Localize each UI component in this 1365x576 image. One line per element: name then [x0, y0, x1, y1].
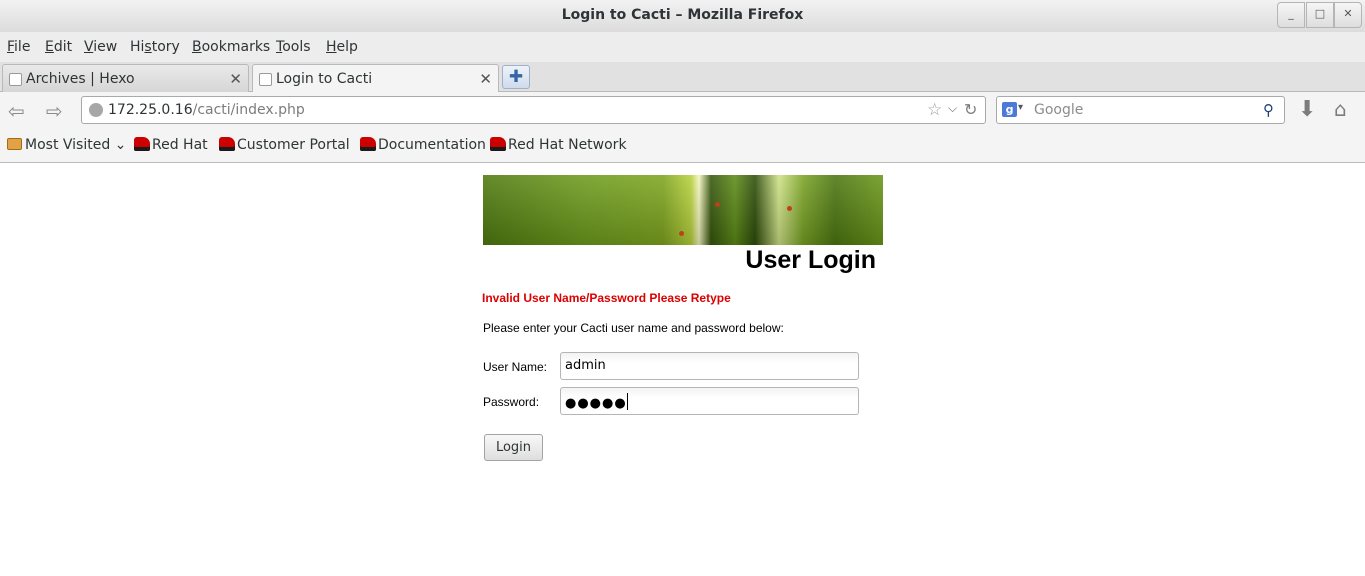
url-bar[interactable]: 172.25.0.16/cacti/index.php ☆ ⌵ ↻: [81, 96, 986, 124]
folder-icon: [7, 138, 22, 150]
bookmark-most-visited[interactable]: Most Visited ⌄: [7, 137, 126, 153]
back-icon[interactable]: ⇦: [8, 99, 25, 123]
window-title: Login to Cacti – Mozilla Firefox: [561, 7, 804, 23]
google-engine-icon[interactable]: g: [1002, 102, 1017, 117]
download-icon[interactable]: ⬇: [1298, 97, 1316, 122]
menu-help[interactable]: Help: [326, 39, 358, 55]
username-label: User Name:: [483, 360, 548, 374]
menu-history[interactable]: History: [130, 39, 180, 55]
redhat-icon: [219, 137, 235, 151]
menu-file[interactable]: File: [7, 39, 30, 55]
error-message: Invalid User Name/Password Please Retype: [482, 291, 731, 305]
bookmark-star-icon[interactable]: ☆: [927, 100, 942, 120]
menu-edit[interactable]: Edit: [45, 39, 72, 55]
tab-label: Archives | Hexo: [26, 71, 135, 87]
tab-close-icon[interactable]: ✕: [479, 70, 492, 88]
bookmark-red-hat-network[interactable]: Red Hat Network: [490, 137, 627, 153]
tab-strip: Archives | Hexo ✕ Login to Cacti ✕ ✚: [0, 62, 1365, 93]
menu-view[interactable]: View: [84, 39, 117, 55]
window-titlebar: Login to Cacti – Mozilla Firefox _ □ ✕: [0, 0, 1365, 32]
maximize-button[interactable]: □: [1306, 2, 1334, 28]
menu-bookmarks[interactable]: Bookmarks: [192, 39, 270, 55]
password-label: Password:: [483, 395, 540, 409]
username-field[interactable]: admin: [560, 352, 859, 380]
tab-login-to-cacti[interactable]: Login to Cacti ✕: [252, 64, 499, 93]
login-button[interactable]: Login: [484, 434, 543, 461]
search-input[interactable]: Google: [1034, 102, 1083, 118]
forward-icon[interactable]: ⇨: [46, 99, 63, 123]
page-icon: [9, 73, 22, 86]
reload-icon[interactable]: ↻: [964, 100, 977, 119]
password-field[interactable]: ●●●●●: [560, 387, 859, 415]
page-content: User Login Invalid User Name/Password Pl…: [0, 164, 1365, 576]
new-tab-button[interactable]: ✚: [502, 65, 530, 89]
bookmark-documentation[interactable]: Documentation: [360, 137, 486, 153]
close-window-button[interactable]: ✕: [1334, 2, 1362, 28]
chevron-down-icon: ⌄: [114, 137, 127, 153]
cacti-banner-image: [483, 175, 883, 245]
search-bar[interactable]: g ▾ Google ⚲: [996, 96, 1285, 124]
search-icon[interactable]: ⚲: [1263, 101, 1274, 119]
bookmark-customer-portal[interactable]: Customer Portal: [219, 137, 350, 153]
tab-label: Login to Cacti: [276, 71, 373, 87]
navigation-toolbar: ⇦ ⇨ 172.25.0.16/cacti/index.php ☆ ⌵ ↻ g …: [0, 92, 1365, 128]
search-engine-dropdown-icon[interactable]: ▾: [1018, 102, 1023, 113]
redhat-icon: [490, 137, 506, 151]
menubar: File Edit View History Bookmarks Tools H…: [0, 32, 1365, 62]
menu-tools[interactable]: Tools: [276, 39, 311, 55]
tab-close-icon[interactable]: ✕: [229, 70, 242, 88]
bookmarks-toolbar: Most Visited ⌄ Red Hat Customer Portal D…: [0, 128, 1365, 163]
redhat-icon: [134, 137, 150, 151]
page-icon: [259, 73, 272, 86]
tab-archives-hexo[interactable]: Archives | Hexo ✕: [2, 64, 249, 92]
url-text[interactable]: 172.25.0.16/cacti/index.php: [108, 102, 305, 118]
url-history-dropdown-icon[interactable]: ⌵: [948, 101, 957, 116]
site-identity-icon[interactable]: [89, 103, 103, 117]
redhat-icon: [360, 137, 376, 151]
bookmark-red-hat[interactable]: Red Hat: [134, 137, 208, 153]
page-title: User Login: [745, 246, 876, 274]
minimize-button[interactable]: _: [1277, 2, 1305, 28]
instructions-text: Please enter your Cacti user name and pa…: [483, 321, 784, 335]
home-icon[interactable]: ⌂: [1334, 97, 1347, 121]
text-caret: [626, 393, 628, 410]
